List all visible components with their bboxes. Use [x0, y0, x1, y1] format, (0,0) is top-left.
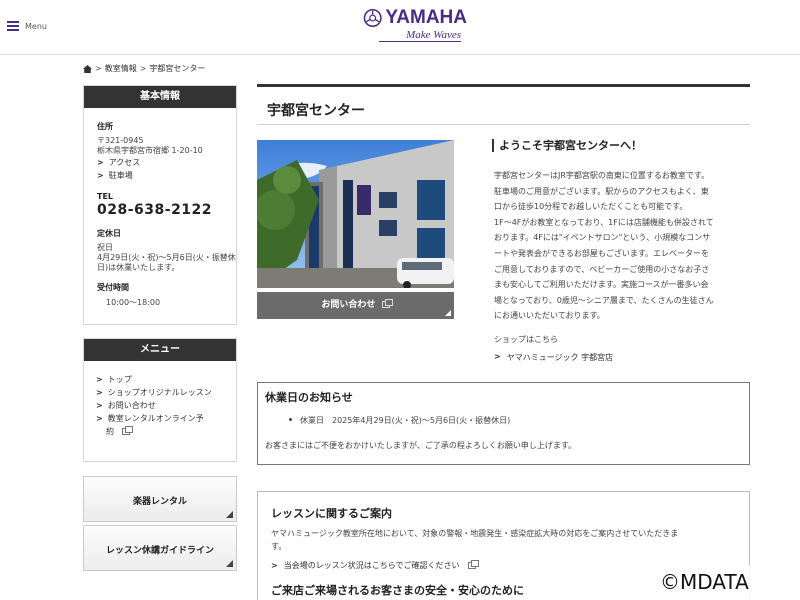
welcome-heading: ようこそ宇都宮センターへ！ — [492, 139, 642, 152]
chevron-right-icon: > — [96, 414, 103, 423]
contact-button[interactable]: お問い合わせ — [257, 292, 454, 319]
external-link-icon — [381, 299, 393, 308]
chevron-right-icon: > — [96, 401, 103, 410]
lesson-info-title: レッスンに関するご案内 — [271, 507, 392, 520]
menu-item-contact[interactable]: > お問い合わせ — [96, 399, 236, 412]
lesson-info-line: す。 — [271, 542, 287, 551]
notice-item: 休業日 2025年4月29日(火・祝)〜5月6日(火・振替休日) — [289, 415, 749, 426]
page-title: 宇都宮センター — [267, 103, 365, 119]
hamburger-icon — [7, 21, 19, 31]
lesson-cancel-guideline-button[interactable]: レッスン休講ガイドライン — [83, 525, 237, 571]
shop-link[interactable]: > ヤマハミュージック 宇都宮店 — [494, 352, 613, 363]
basic-info-heading: 基本情報 — [84, 86, 236, 108]
chevron-right-icon: > — [96, 388, 103, 397]
tuning-fork-emblem-icon — [363, 8, 382, 28]
title-top-rule — [257, 84, 750, 87]
closed-days-label: 定休日 — [97, 229, 121, 238]
home-icon[interactable] — [83, 64, 92, 73]
yamaha-logo[interactable]: YAMAHA Make Waves — [363, 8, 467, 50]
chevron-right-icon: > — [96, 375, 103, 384]
address-text: 栃木県宇都宮市宿郷 1-20-10 — [97, 146, 203, 155]
menu-item-label: ショップオリジナルレッスン — [107, 388, 212, 397]
menu-label: Menu — [25, 21, 47, 31]
brand-tagline: Make Waves — [406, 29, 461, 41]
brand-name: YAMAHA — [385, 7, 467, 28]
welcome-line: まも安心してご利用いただけます。実施コースが一番多い会 — [494, 280, 709, 290]
parking-link[interactable]: > 駐車場 — [97, 169, 236, 182]
welcome-line: 駐車場のご用意がございます。駅からのアクセスもよく、東 — [494, 186, 709, 196]
access-link-label: アクセス — [108, 158, 141, 167]
menu-item-label: 約 — [106, 427, 114, 436]
site-header: Menu YAMAHA Make Waves — [0, 0, 800, 55]
lesson-cancel-guideline-label: レッスン休講ガイドライン — [105, 546, 214, 556]
access-link[interactable]: > アクセス — [97, 156, 236, 169]
notice-item-text: 休業日 2025年4月29日(火・祝)〜5月6日(火・振替休日) — [300, 416, 511, 425]
bullet-icon — [289, 418, 292, 421]
welcome-line: ご用意しておりますので、ベビーカーご使用の小さなお子さ — [494, 264, 710, 274]
notice-footer: お客さまにはご不便をおかけいたしますが、ご了承の程よろしくお願い申し上げます。 — [265, 441, 577, 450]
breadcrumb-separator: > — [139, 64, 147, 73]
menu-item-original-lesson[interactable]: > ショップオリジナルレッスン — [96, 386, 236, 399]
lesson-info-line: ヤマハミュージック教室所在地において、対象の警報・地震発生・感染症拡大時の対応を… — [271, 529, 679, 538]
closed-days-line: 4月29日(火・祝)〜5月6日(火・振替休 — [97, 253, 236, 262]
closed-days-line: 日)は休業いたします。 — [97, 263, 180, 272]
external-link-icon — [468, 560, 480, 569]
holiday-notice-box: 休業日のお知らせ 休業日 2025年4月29日(火・祝)〜5月6日(火・振替休日… — [257, 382, 750, 465]
menu-item-label: 教室レンタルオンライン予 — [107, 414, 204, 423]
corner-arrow-icon — [226, 560, 233, 567]
tel-number[interactable]: 028-638-2122 — [97, 202, 236, 218]
welcome-line: 場となっており、0歳児〜シニア層まで、たくさんの生徒さん — [494, 295, 714, 305]
tel-label: TEL — [97, 192, 114, 201]
lesson-status-link-label: 当会場のレッスン状況はこちらでご確認ください — [283, 561, 460, 570]
chevron-right-icon: > — [271, 561, 278, 570]
lesson-info-text: ヤマハミュージック教室所在地において、対象の警報・地震発生・感染症拡大時の対応を… — [271, 527, 739, 553]
welcome-line: ートや発表会ができるお部屋もございます。エレベーターを — [494, 248, 710, 258]
menu-item-room-rental[interactable]: > 教室レンタルオンライン予 — [96, 412, 236, 425]
menu-panel: メニュー > トップ > ショップオリジナルレッスン > お問い合わせ > 教室… — [83, 338, 237, 462]
menu-item-label: トップ — [107, 375, 132, 384]
instrument-rental-label: 楽器レンタル — [132, 497, 187, 507]
tagline-underline — [379, 41, 461, 42]
breadcrumb-current: 宇都宮センター — [149, 64, 206, 73]
closed-days-line: 祝日 — [97, 243, 113, 252]
instrument-rental-button[interactable]: 楽器レンタル — [83, 476, 237, 522]
breadcrumb-classroom-info[interactable]: 教室情報 — [105, 63, 137, 74]
external-link-icon — [122, 426, 133, 435]
address-label: 住所 — [97, 122, 113, 131]
menu-item-room-rental-cont[interactable]: 約 — [96, 425, 236, 438]
center-building-photo — [257, 140, 454, 288]
welcome-body: 宇都宮センターはJR宇都宮駅の南東に位置するお教室です。 駐車場のご用意がござい… — [494, 168, 752, 324]
corner-arrow-icon — [445, 310, 451, 316]
title-divider — [257, 124, 750, 125]
welcome-line: にお通いいただいております。 — [494, 311, 605, 321]
menu-button[interactable]: Menu — [7, 21, 47, 31]
menu-heading: メニュー — [84, 339, 236, 361]
corner-arrow-icon — [226, 511, 233, 518]
chevron-right-icon: > — [97, 171, 104, 180]
shop-link-label: ヤマハミュージック 宇都宮店 — [506, 353, 614, 362]
breadcrumb-separator: > — [95, 64, 102, 73]
contact-button-label: お問い合わせ — [321, 300, 376, 310]
watermark: ©MDATA — [658, 565, 800, 600]
parking-link-label: 駐車場 — [108, 171, 133, 180]
welcome-line: 口から徒歩10分程でお越しいただくことも可能です。 — [494, 202, 688, 212]
hours-text: 10:00〜18:00 — [106, 298, 161, 307]
menu-item-top[interactable]: > トップ — [96, 373, 236, 386]
shop-label: ショップはこちら — [494, 335, 558, 344]
hours-label: 受付時間 — [97, 283, 129, 292]
welcome-line: 1F〜4Fがお教室となっており、1Fには店舗機能も併設されて — [494, 217, 714, 227]
basic-info-panel: 基本情報 住所 〒321-0945 栃木県宇都宮市宿郷 1-20-10 > アク… — [83, 85, 237, 325]
chevron-right-icon: > — [494, 352, 501, 361]
notice-title: 休業日のお知らせ — [265, 391, 353, 404]
menu-item-label: お問い合わせ — [107, 401, 156, 410]
welcome-line: おります。4Fには"イベントサロン"という、小規模なコンサ — [494, 233, 711, 243]
postal-code: 〒321-0945 — [97, 136, 144, 145]
chevron-right-icon: > — [97, 158, 104, 167]
welcome-line: 宇都宮センターはJR宇都宮駅の南東に位置するお教室です。 — [494, 171, 710, 180]
breadcrumb: > 教室情報 > 宇都宮センター — [83, 63, 205, 74]
